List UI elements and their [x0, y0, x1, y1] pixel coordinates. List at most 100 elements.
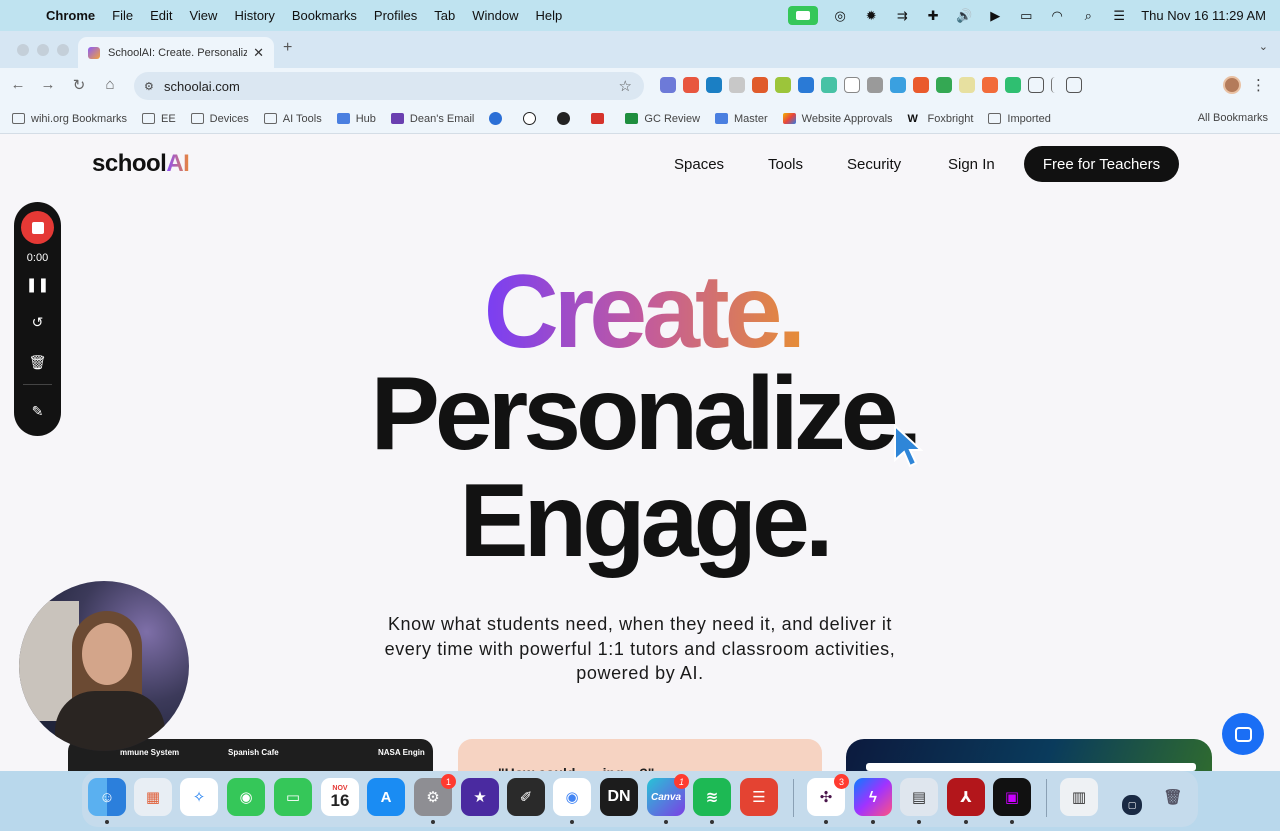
- bookmark-star-icon[interactable]: ☆: [619, 77, 632, 95]
- webcam-bubble[interactable]: [19, 581, 189, 751]
- menu-edit[interactable]: Edit: [150, 8, 172, 23]
- bookmark-red[interactable]: [591, 113, 610, 124]
- bookmark-s[interactable]: [557, 112, 576, 125]
- extension-icon[interactable]: [913, 77, 929, 93]
- chrome-menu-icon[interactable]: ⋮: [1251, 76, 1266, 94]
- menu-app-name[interactable]: Chrome: [46, 8, 95, 23]
- volume-icon[interactable]: 🔊: [955, 8, 973, 24]
- extension-icon[interactable]: [752, 77, 768, 93]
- trash-icon[interactable]: 🗑: [14, 354, 61, 371]
- menu-file[interactable]: File: [112, 8, 133, 23]
- finder-icon[interactable]: ☺: [88, 778, 126, 816]
- side-panel-icon[interactable]: [1066, 77, 1082, 93]
- todoist-icon[interactable]: ☰: [740, 778, 778, 816]
- extension-icon[interactable]: [660, 77, 676, 93]
- home-icon[interactable]: ⌂: [100, 76, 120, 93]
- screen-recorder-app-icon[interactable]: ▣: [993, 778, 1031, 816]
- bookmark-ee[interactable]: EE: [141, 113, 176, 125]
- nav-security[interactable]: Security: [847, 156, 901, 173]
- minimized-window-icon[interactable]: ▢: [1122, 795, 1142, 815]
- slack-icon[interactable]: ✣ 3: [807, 774, 849, 816]
- zoom-window-button[interactable]: [57, 44, 69, 56]
- play-icon[interactable]: ▶: [986, 8, 1004, 24]
- bookmark-wihi[interactable]: wihi.org Bookmarks: [12, 113, 127, 125]
- bookmark-website-approvals[interactable]: Website Approvals: [782, 113, 893, 125]
- nav-sign-in[interactable]: Sign In: [948, 156, 995, 173]
- menu-tab[interactable]: Tab: [434, 8, 455, 23]
- extension-icon[interactable]: [844, 77, 860, 93]
- brightness-icon[interactable]: ✹: [862, 8, 880, 24]
- nav-tools[interactable]: Tools: [768, 156, 803, 173]
- free-for-teachers-button[interactable]: Free for Teachers: [1024, 146, 1179, 182]
- bookmark-cc[interactable]: [523, 112, 542, 125]
- medical-plus-icon[interactable]: ✚: [924, 8, 942, 24]
- menu-profiles[interactable]: Profiles: [374, 8, 417, 23]
- extension-icon[interactable]: [867, 77, 883, 93]
- wifi-icon[interactable]: ◠: [1048, 8, 1066, 24]
- gradient-preview-card[interactable]: [846, 739, 1212, 771]
- new-tab-icon[interactable]: +: [283, 39, 292, 57]
- chrome-icon[interactable]: ◉: [553, 778, 591, 816]
- dn-app-icon[interactable]: DN: [600, 778, 638, 816]
- minimize-window-button[interactable]: [37, 44, 49, 56]
- close-window-button[interactable]: [17, 44, 29, 56]
- extension-icon[interactable]: [821, 77, 837, 93]
- close-tab-icon[interactable]: ✕: [253, 45, 264, 61]
- address-bar[interactable]: ⚙ schoolai.com ☆: [134, 72, 644, 100]
- back-icon[interactable]: ←: [8, 76, 28, 93]
- quote-preview-card[interactable]: "How could... ...ing ...?": [458, 739, 822, 771]
- pause-icon[interactable]: ❚❚: [14, 276, 61, 293]
- extension-icon[interactable]: [775, 77, 791, 93]
- pen-app-icon[interactable]: ✐: [507, 778, 545, 816]
- forward-icon[interactable]: →: [38, 76, 58, 93]
- extension-icon[interactable]: [959, 77, 975, 93]
- bookmark-deans-email[interactable]: Dean's Email: [390, 113, 474, 125]
- share-icon[interactable]: ⇉: [893, 8, 911, 24]
- restart-icon[interactable]: ↺: [14, 314, 61, 331]
- extension-icon[interactable]: [890, 77, 906, 93]
- imovie-icon[interactable]: ★: [461, 778, 499, 816]
- google-drive-extension-icon[interactable]: [936, 77, 952, 93]
- chat-support-button[interactable]: [1222, 713, 1264, 755]
- messenger-icon[interactable]: ϟ: [854, 778, 892, 816]
- battery-icon[interactable]: ▭: [1017, 8, 1035, 24]
- extension-icon[interactable]: [683, 77, 699, 93]
- nav-spaces[interactable]: Spaces: [674, 156, 724, 173]
- stop-recording-button[interactable]: [21, 211, 54, 244]
- tab-schoolai[interactable]: SchoolAI: Create. Personaliz ✕: [78, 37, 274, 68]
- profile-avatar[interactable]: [1223, 76, 1241, 94]
- launchpad-icon[interactable]: ▦: [134, 778, 172, 816]
- calendar-icon[interactable]: NOV 16: [321, 778, 359, 816]
- bookmark-foxbright[interactable]: W Foxbright: [908, 113, 974, 126]
- facetime-icon[interactable]: ▭: [274, 778, 312, 816]
- bookmark-master[interactable]: Master: [715, 113, 768, 125]
- extension-icon[interactable]: [1005, 77, 1021, 93]
- facetime-status-icon[interactable]: [788, 6, 819, 25]
- pencil-icon[interactable]: ✎: [14, 403, 61, 420]
- tab-search-chevron-icon[interactable]: ⌄: [1259, 40, 1268, 53]
- system-settings-icon[interactable]: ⚙ 1: [414, 774, 456, 816]
- extension-icon[interactable]: [798, 77, 814, 93]
- bookmark-shield[interactable]: [489, 112, 508, 125]
- extensions-puzzle-icon[interactable]: [1028, 77, 1044, 93]
- creative-cloud-icon[interactable]: ◎: [831, 8, 849, 24]
- menu-view[interactable]: View: [189, 8, 217, 23]
- bookmark-gc-review[interactable]: GC Review: [625, 113, 700, 125]
- menu-help[interactable]: Help: [536, 8, 563, 23]
- menu-window[interactable]: Window: [472, 8, 518, 23]
- canva-icon[interactable]: Canva 1: [647, 774, 689, 816]
- extension-icon[interactable]: [706, 77, 722, 93]
- messages-icon[interactable]: ◉: [227, 778, 265, 816]
- bookmark-devices[interactable]: Devices: [190, 113, 249, 125]
- control-center-icon[interactable]: ☰: [1110, 8, 1128, 24]
- downloads-stack-icon[interactable]: ▥: [1060, 778, 1098, 816]
- all-bookmarks[interactable]: All Bookmarks: [1179, 112, 1268, 124]
- safari-icon[interactable]: ✧: [180, 778, 218, 816]
- bookmark-imported[interactable]: Imported: [988, 113, 1051, 125]
- spotify-icon[interactable]: ≋: [693, 778, 731, 816]
- bookmark-ai-tools[interactable]: AI Tools: [263, 113, 322, 125]
- acrobat-icon[interactable]: ⅄: [947, 778, 985, 816]
- extension-icon[interactable]: [729, 77, 745, 93]
- bookmark-hub[interactable]: Hub: [336, 113, 376, 125]
- site-info-icon[interactable]: ⚙: [144, 80, 158, 93]
